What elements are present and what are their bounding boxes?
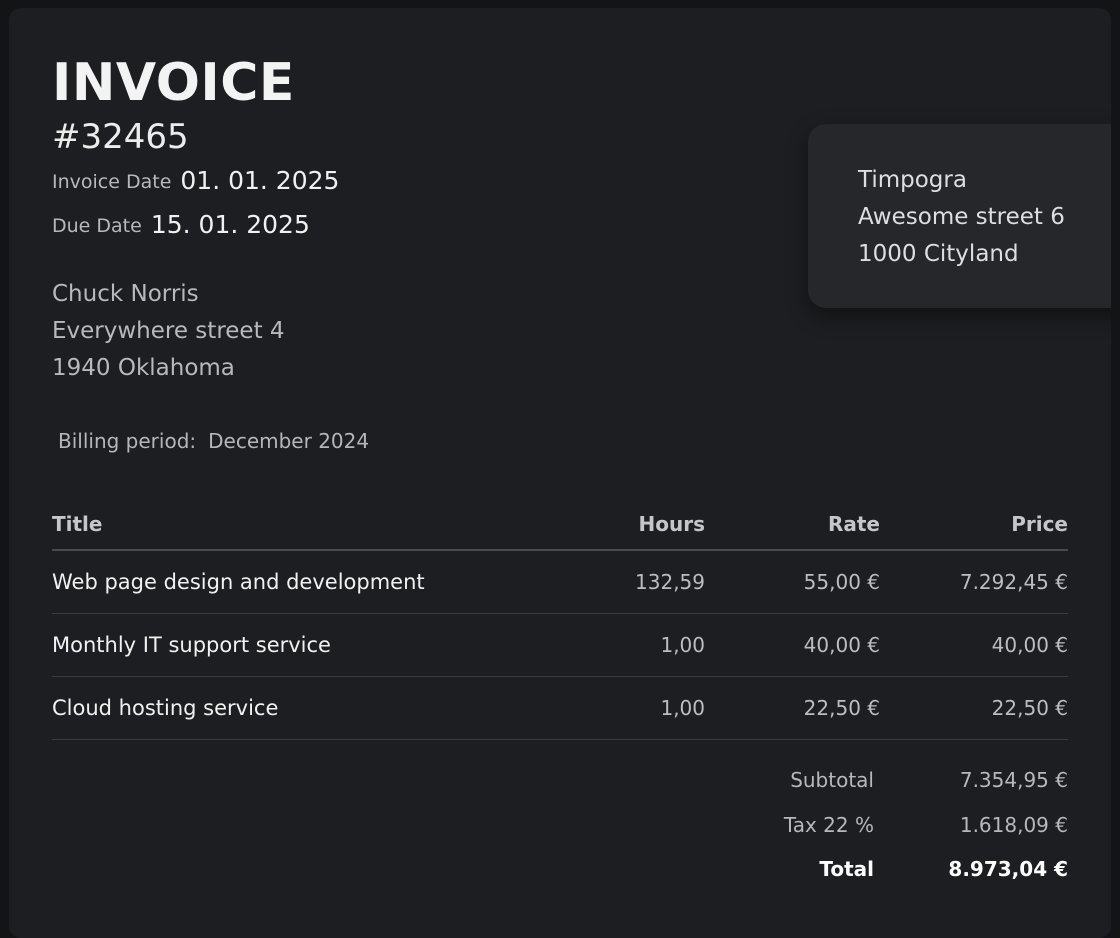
invoice-sheet: INVOICE #32465 Invoice Date 01. 01. 2025 … [9,8,1111,938]
row-title: Web page design and development [52,550,545,614]
items-table: Title Hours Rate Price Web page design a… [52,499,1068,740]
invoice-title: INVOICE [52,53,295,113]
due-date-label: Due Date [52,215,142,237]
total-value: 8.973,04 € [948,857,1068,881]
sender-city: 1000 Cityland [858,241,1019,267]
subtotal-value: 7.354,95 € [959,768,1068,792]
header-price: Price [880,499,1068,551]
sender-street: Awesome street 6 [858,204,1065,230]
sender-name: Timpogra [858,167,967,193]
invoice-number: #32465 [52,117,189,157]
row-price: 7.292,45 € [880,550,1068,614]
header-hours: Hours [545,499,705,551]
row-title: Cloud hosting service [52,676,545,740]
billing-period-label: Billing period: [58,429,197,453]
client-name: Chuck Norris [52,281,199,307]
total-label: Total [819,857,874,881]
row-price: 40,00 € [880,613,1068,677]
invoice-date-row: Invoice Date 01. 01. 2025 [52,166,339,197]
table-header-row: Title Hours Rate Price [52,499,1068,551]
row-hours: 132,59 [545,550,705,614]
invoice-date-value: 01. 01. 2025 [180,166,340,195]
row-hours: 1,00 [545,676,705,740]
tax-label: Tax 22 % [783,813,874,837]
due-date-row: Due Date 15. 01. 2025 [52,210,310,241]
due-date-value: 15. 01. 2025 [150,210,310,239]
header-rate: Rate [705,499,880,551]
row-rate: 22,50 € [705,676,880,740]
client-address: Chuck Norris Everywhere street 4 1940 Ok… [52,276,285,387]
row-title: Monthly IT support service [52,613,545,677]
table-row: Web page design and development 132,59 5… [52,550,1068,614]
table-row: Cloud hosting service 1,00 22,50 € 22,50… [52,676,1068,740]
client-street: Everywhere street 4 [52,318,285,344]
row-price: 22,50 € [880,676,1068,740]
billing-period: Billing period: December 2024 [58,426,369,456]
row-hours: 1,00 [545,613,705,677]
row-rate: 55,00 € [705,550,880,614]
table-row: Monthly IT support service 1,00 40,00 € … [52,613,1068,677]
client-city: 1940 Oklahoma [52,355,235,381]
subtotal-label: Subtotal [790,768,874,792]
billing-period-value: December 2024 [208,429,370,453]
invoice-date-label: Invoice Date [52,171,172,193]
tax-value: 1.618,09 € [959,813,1068,837]
header-title: Title [52,499,545,551]
row-rate: 40,00 € [705,613,880,677]
sender-card: Timpogra Awesome street 6 1000 Cityland [808,124,1111,308]
